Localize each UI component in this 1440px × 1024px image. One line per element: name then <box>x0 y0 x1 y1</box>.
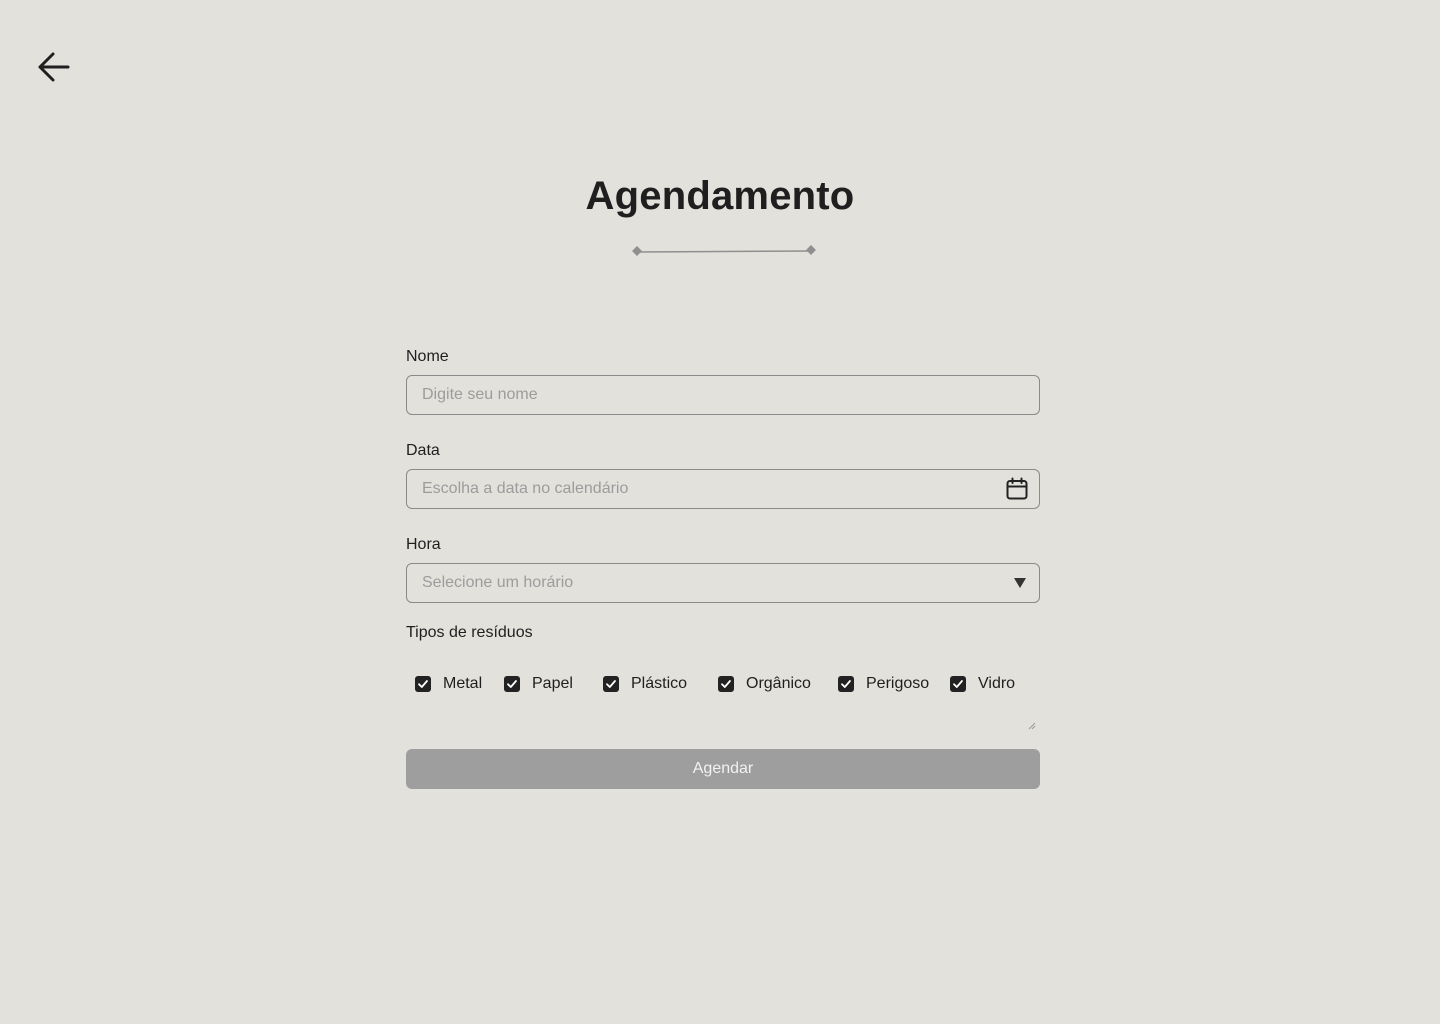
checkbox-label: Papel <box>532 675 573 692</box>
time-select-placeholder: Selecione um horário <box>422 574 574 591</box>
checkbox-organico[interactable]: Orgânico <box>718 675 811 693</box>
back-button[interactable] <box>32 46 74 88</box>
checkbox-label: Plástico <box>631 675 688 692</box>
date-input[interactable] <box>407 470 1039 508</box>
date-label: Data <box>406 442 440 459</box>
checkbox-label: Metal <box>443 675 483 692</box>
waste-types-group: Metal Papel Plástico Orgânico Perigoso V… <box>406 665 1040 733</box>
time-select[interactable]: Selecione um horário <box>406 563 1040 603</box>
name-input[interactable] <box>407 376 1039 414</box>
checkbox-vidro[interactable]: Vidro <box>950 675 1015 693</box>
checkmark-icon <box>415 676 431 692</box>
time-label: Hora <box>406 536 441 553</box>
caret-down-icon <box>1014 578 1026 588</box>
page-title: Agendamento <box>585 174 855 218</box>
calendar-icon[interactable] <box>1005 477 1029 501</box>
checkmark-icon <box>504 676 520 692</box>
schedule-button[interactable]: Agendar <box>406 749 1040 789</box>
checkbox-perigoso[interactable]: Perigoso <box>838 675 929 693</box>
waste-types-label: Tipos de resíduos <box>406 624 533 641</box>
name-label: Nome <box>406 348 449 365</box>
checkmark-icon <box>603 676 619 692</box>
schedule-form: Nome Data Hora Selecione um horário Tipo… <box>406 347 1040 789</box>
checkbox-label: Vidro <box>978 675 1016 692</box>
checkbox-label: Orgânico <box>746 675 811 692</box>
checkbox-plastico[interactable]: Plástico <box>603 675 687 693</box>
checkbox-metal[interactable]: Metal <box>415 675 482 693</box>
checkmark-icon <box>950 676 966 692</box>
checkmark-icon <box>838 676 854 692</box>
resize-handle-icon[interactable] <box>1028 722 1036 730</box>
checkbox-label: Perigoso <box>866 675 930 692</box>
checkbox-papel[interactable]: Papel <box>504 675 573 693</box>
arrow-left-icon <box>38 52 70 82</box>
title-divider <box>632 245 816 256</box>
date-field-wrapper <box>406 469 1040 509</box>
name-field-wrapper <box>406 375 1040 415</box>
checkmark-icon <box>718 676 734 692</box>
